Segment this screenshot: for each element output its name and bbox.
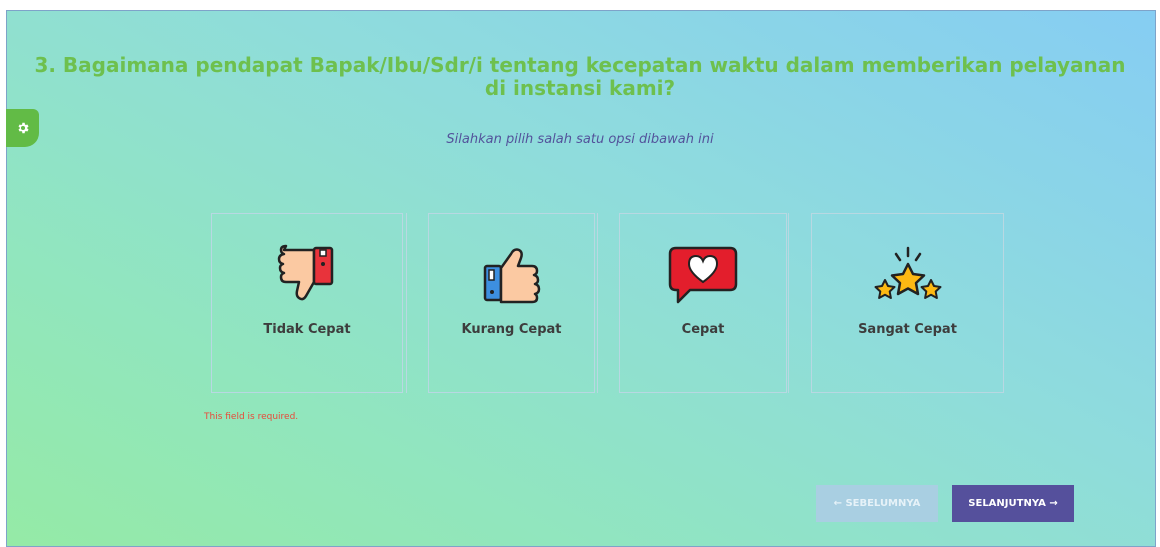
validation-error: This field is required.	[204, 412, 299, 422]
thumbs-up-icon	[483, 248, 540, 304]
option-kurang-cepat[interactable]: Kurang Cepat	[428, 213, 595, 393]
heart-speech-bubble-icon	[668, 246, 738, 304]
question-instruction: Silahkan pilih salah satu opsi dibawah i…	[446, 132, 714, 147]
option-divider	[788, 213, 789, 393]
next-button[interactable]: SELANJUTNYA →	[952, 485, 1074, 522]
question-title: 3. Bagaimana pendapat Bapak/Ibu/Sdr/i te…	[34, 53, 1126, 100]
stars-icon	[874, 246, 941, 299]
option-divider	[597, 213, 598, 393]
option-tidak-cepat[interactable]: Tidak Cepat	[211, 213, 403, 393]
option-label: Tidak Cepat	[263, 322, 351, 337]
option-cepat[interactable]: Cepat	[619, 213, 787, 393]
option-sangat-cepat[interactable]: Sangat Cepat	[811, 213, 1004, 393]
option-divider	[406, 213, 407, 393]
gear-icon	[18, 122, 29, 134]
thumbs-down-icon	[277, 244, 334, 301]
option-label: Cepat	[681, 322, 725, 337]
option-label: Kurang Cepat	[461, 322, 562, 337]
previous-button[interactable]: ← SEBELUMNYA	[816, 485, 938, 522]
option-label: Sangat Cepat	[858, 322, 957, 337]
